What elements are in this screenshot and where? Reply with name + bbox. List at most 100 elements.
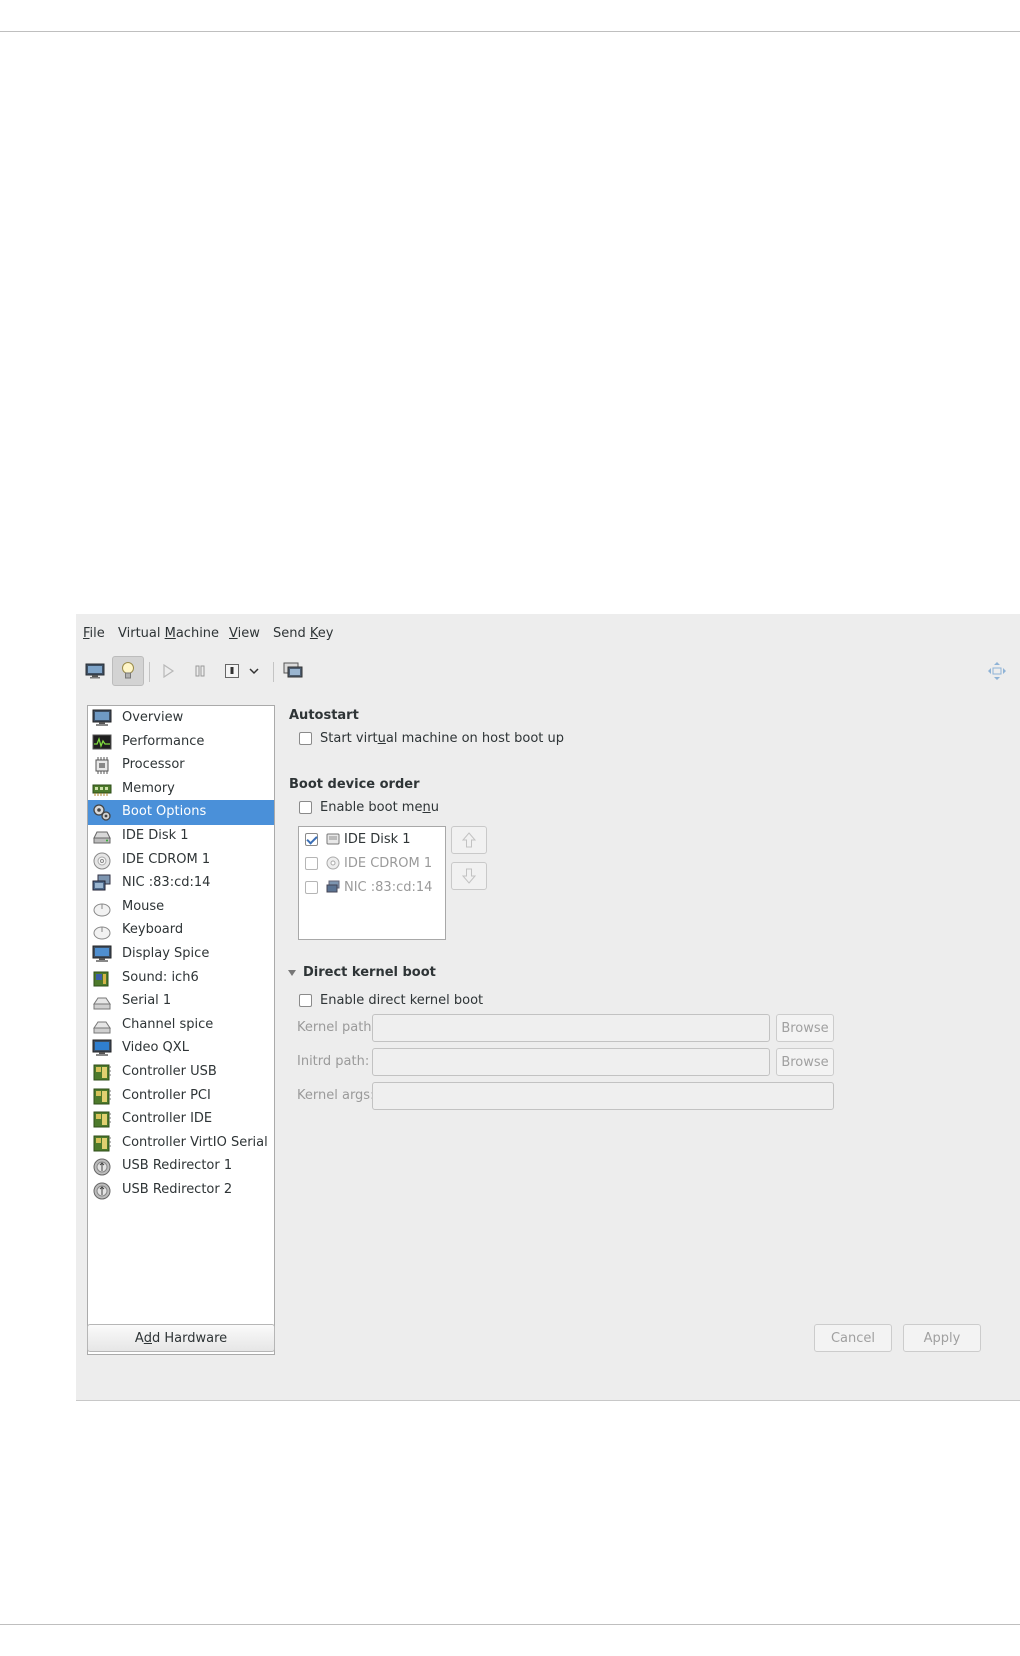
sidebar-item-boot-options[interactable]: Boot Options bbox=[88, 800, 274, 826]
sidebar-item-performance[interactable]: Performance bbox=[88, 730, 274, 755]
display-icon bbox=[92, 945, 112, 962]
sidebar-item-label: USB Redirector 2 bbox=[122, 1182, 233, 1197]
usb-redirector-icon bbox=[93, 1158, 111, 1176]
screens-icon bbox=[283, 662, 303, 678]
sidebar-item-label: Performance bbox=[122, 733, 205, 749]
sidebar-item-keyboard[interactable]: Keyboard bbox=[88, 918, 274, 943]
shutdown-button[interactable] bbox=[220, 656, 244, 686]
cancel-button[interactable]: Cancel bbox=[814, 1324, 892, 1352]
boot-device-row[interactable]: IDE Disk 1 bbox=[305, 828, 411, 850]
initrd-browse-button[interactable]: Browse bbox=[776, 1048, 834, 1076]
video-icon bbox=[92, 1039, 112, 1057]
move-down-button[interactable] bbox=[451, 862, 487, 890]
menu-view[interactable]: View bbox=[229, 626, 260, 641]
cdrom-icon bbox=[326, 856, 340, 870]
network-icon bbox=[92, 874, 111, 891]
boot-device-row[interactable]: NIC :83:cd:14 bbox=[305, 876, 432, 898]
boot-device-checkbox[interactable] bbox=[305, 880, 318, 894]
shutdown-menu-button[interactable] bbox=[244, 656, 264, 686]
sidebar-item-controller-ide[interactable]: Controller IDE bbox=[88, 1107, 274, 1132]
sidebar-item-label: IDE CDROM 1 bbox=[122, 851, 211, 867]
move-up-button[interactable] bbox=[451, 826, 487, 854]
processor-icon bbox=[95, 757, 109, 775]
boot-device-label: IDE Disk 1 bbox=[344, 831, 411, 847]
sidebar-item-processor[interactable]: Processor bbox=[88, 753, 274, 778]
autostart-checkbox[interactable] bbox=[299, 732, 312, 745]
sidebar-item-display-spice[interactable]: Display Spice bbox=[88, 942, 274, 967]
sidebar-item-label: Boot Options bbox=[122, 804, 207, 820]
direct-kernel-label: Enable direct kernel boot bbox=[320, 993, 484, 1008]
triangle-down-icon bbox=[288, 969, 296, 976]
initrd-path-input[interactable] bbox=[372, 1048, 770, 1076]
controller-icon bbox=[93, 1064, 111, 1081]
sidebar-item-label: Controller PCI bbox=[122, 1087, 211, 1103]
sidebar-item-label: Processor bbox=[122, 757, 185, 773]
boot-device-row[interactable]: IDE CDROM 1 bbox=[305, 852, 432, 874]
monitor-icon bbox=[85, 663, 105, 679]
sidebar-item-overview[interactable]: Overview bbox=[88, 706, 274, 731]
direct-kernel-title: Direct kernel boot bbox=[303, 965, 436, 980]
sidebar-item-video-qxl[interactable]: Video QXL bbox=[88, 1036, 274, 1061]
chevron-down-icon bbox=[249, 668, 259, 675]
boot-device-checkbox[interactable] bbox=[305, 832, 318, 846]
sidebar-item-label: Controller VirtIO Serial bbox=[122, 1134, 268, 1150]
sidebar-item-controller-usb[interactable]: Controller USB bbox=[88, 1060, 274, 1085]
screenshot-button[interactable] bbox=[280, 656, 306, 686]
sidebar-item-ide-cdrom-1[interactable]: IDE CDROM 1 bbox=[88, 848, 274, 873]
lightbulb-icon bbox=[122, 662, 134, 679]
usb-redirector-icon bbox=[93, 1182, 111, 1200]
channel-icon bbox=[93, 1021, 111, 1034]
menu-send-key[interactable]: Send Key bbox=[273, 626, 333, 641]
pause-button[interactable] bbox=[188, 656, 212, 686]
direct-kernel-checkbox[interactable] bbox=[299, 994, 312, 1007]
sidebar-item-label: Sound: ich6 bbox=[122, 969, 199, 985]
kernel-browse-button[interactable]: Browse bbox=[776, 1014, 834, 1042]
menu-virtual-machine[interactable]: Virtual Machine bbox=[118, 626, 219, 641]
run-button[interactable] bbox=[156, 656, 180, 686]
sidebar-item-serial-1[interactable]: Serial 1 bbox=[88, 989, 274, 1014]
autostart-checkbox-row[interactable]: Start virtual machine on host boot up bbox=[299, 731, 564, 746]
direct-kernel-expander[interactable]: Direct kernel boot bbox=[287, 965, 436, 980]
fullscreen-button[interactable] bbox=[984, 656, 1010, 686]
kernel-path-input[interactable] bbox=[372, 1014, 770, 1042]
sidebar-item-usb-redirector-2[interactable]: USB Redirector 2 bbox=[88, 1178, 274, 1203]
autostart-label: Start virtual machine on host boot up bbox=[320, 731, 564, 746]
menu-file[interactable]: File bbox=[83, 626, 105, 641]
sidebar-item-label: Controller USB bbox=[122, 1064, 217, 1079]
sidebar-item-label: Mouse bbox=[122, 898, 165, 914]
keyboard-icon bbox=[93, 926, 111, 940]
boot-order-title: Boot device order bbox=[289, 777, 420, 792]
sidebar-item-label: Controller IDE bbox=[122, 1111, 213, 1127]
kernel-args-input[interactable] bbox=[372, 1082, 834, 1110]
boot-options-icon bbox=[93, 804, 111, 822]
apply-button[interactable]: Apply bbox=[903, 1324, 981, 1352]
arrow-down-icon bbox=[461, 868, 477, 884]
sidebar-item-usb-redirector-1[interactable]: USB Redirector 1 bbox=[88, 1154, 274, 1179]
sidebar-item-mouse[interactable]: Mouse bbox=[88, 895, 274, 920]
play-icon bbox=[163, 664, 175, 678]
boot-device-checkbox[interactable] bbox=[305, 856, 318, 870]
arrow-up-icon bbox=[461, 832, 477, 848]
sidebar-item-nic-83-cd-14[interactable]: NIC :83:cd:14 bbox=[88, 871, 274, 896]
sidebar-item-ide-disk-1[interactable]: IDE Disk 1 bbox=[88, 824, 274, 849]
power-icon bbox=[225, 664, 239, 678]
boot-menu-checkbox-row[interactable]: Enable boot menu bbox=[299, 800, 439, 815]
boot-menu-checkbox[interactable] bbox=[299, 801, 312, 814]
controller-icon bbox=[93, 1135, 111, 1152]
sidebar-item-sound-ich6[interactable]: Sound: ich6 bbox=[88, 966, 274, 991]
serial-icon bbox=[93, 997, 111, 1010]
sidebar-item-channel-spice[interactable]: Channel spice bbox=[88, 1013, 274, 1038]
add-hardware-button[interactable]: Add Hardware bbox=[87, 1324, 275, 1352]
sidebar-item-controller-pci[interactable]: Controller PCI bbox=[88, 1084, 274, 1109]
disk-icon bbox=[326, 833, 340, 845]
details-button[interactable] bbox=[112, 656, 144, 686]
sidebar-item-label: NIC :83:cd:14 bbox=[122, 875, 211, 891]
console-button[interactable] bbox=[82, 656, 108, 686]
sidebar-item-memory[interactable]: Memory bbox=[88, 777, 274, 802]
sidebar-item-controller-virtio-serial[interactable]: Controller VirtIO Serial bbox=[88, 1131, 274, 1156]
toolbar-separator bbox=[273, 662, 274, 682]
direct-kernel-checkbox-row[interactable]: Enable direct kernel boot bbox=[299, 993, 483, 1008]
sidebar-item-label: Channel spice bbox=[122, 1016, 214, 1032]
sidebar-item-label: Keyboard bbox=[122, 922, 184, 938]
toolbar bbox=[76, 656, 1020, 688]
